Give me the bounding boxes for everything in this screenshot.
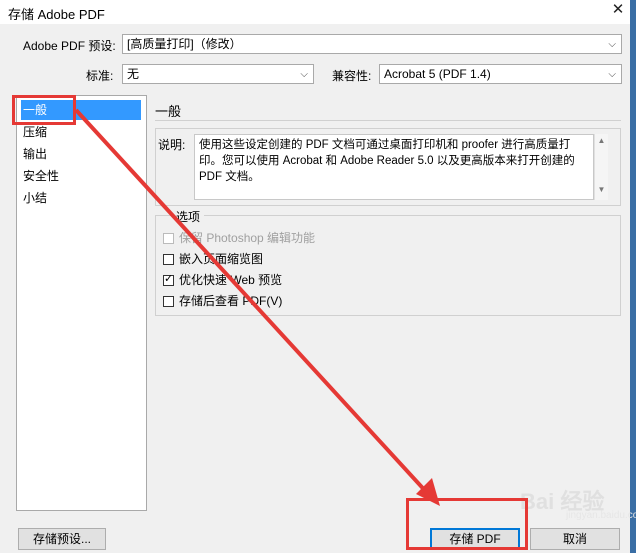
annotation-arrow <box>74 108 440 506</box>
arrow-line <box>74 108 432 498</box>
